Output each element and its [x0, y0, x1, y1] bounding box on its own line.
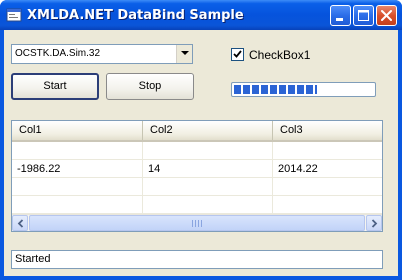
table-cell[interactable]: -1986.22	[12, 160, 143, 178]
table-cell[interactable]	[12, 196, 143, 214]
status-field[interactable]: Started	[11, 250, 383, 269]
grid-header: Col1 Col2 Col3	[12, 121, 382, 142]
server-select-value: OCSTK.DA.Sim.32	[15, 48, 101, 59]
table-row-empty	[12, 178, 382, 196]
grid-body: -1986.22 14 2014.22	[12, 142, 382, 216]
table-cell[interactable]	[12, 178, 143, 196]
column-header-col1[interactable]: Col1	[12, 121, 143, 140]
progress-bar-fill	[234, 85, 317, 94]
table-cell[interactable]: 2014.22	[273, 160, 382, 178]
table-cell[interactable]	[143, 142, 273, 160]
chevron-right-icon	[371, 219, 378, 228]
grip-icon	[192, 220, 202, 227]
stop-button[interactable]: Stop	[106, 73, 194, 100]
table-row[interactable]: -1986.22 14 2014.22	[12, 160, 382, 178]
maximize-icon	[358, 10, 369, 21]
column-header-col2[interactable]: Col2	[143, 121, 273, 140]
close-button[interactable]	[376, 5, 397, 26]
scroll-right-button[interactable]	[366, 215, 382, 231]
table-cell[interactable]	[143, 196, 273, 214]
close-icon	[381, 10, 392, 21]
horizontal-scrollbar[interactable]	[12, 214, 382, 231]
progress-bar	[231, 82, 376, 97]
scroll-left-button[interactable]	[12, 215, 28, 231]
server-select[interactable]: OCSTK.DA.Sim.32	[11, 44, 193, 64]
table-row-empty	[12, 142, 382, 160]
scroll-thumb[interactable]	[29, 215, 365, 231]
table-cell[interactable]	[273, 196, 382, 214]
minimize-button[interactable]	[330, 5, 351, 26]
checkbox1-box[interactable]	[231, 48, 244, 61]
table-cell[interactable]	[273, 142, 382, 160]
app-icon	[6, 7, 22, 23]
client-area: OCSTK.DA.Sim.32 CheckBox1 Start Stop Col…	[4, 30, 398, 276]
window-title: XMLDA.NET DataBind Sample	[27, 8, 244, 23]
title-bar[interactable]: XMLDA.NET DataBind Sample	[0, 0, 402, 30]
server-select-dropdown-button[interactable]	[176, 45, 192, 63]
table-cell[interactable]	[273, 178, 382, 196]
start-button[interactable]: Start	[11, 73, 99, 100]
table-row-empty	[12, 196, 382, 214]
app-window: XMLDA.NET DataBind Sample OCSTK.DA.Sim.3…	[0, 0, 402, 280]
chevron-left-icon	[17, 219, 24, 228]
table-cell[interactable]	[143, 178, 273, 196]
minimize-icon	[336, 18, 343, 21]
checkbox1-label: CheckBox1	[249, 48, 311, 62]
status-text: Started	[15, 253, 51, 265]
check-icon	[233, 50, 242, 58]
maximize-button[interactable]	[353, 5, 374, 26]
column-header-col3[interactable]: Col3	[273, 121, 382, 140]
chevron-down-icon	[181, 51, 189, 55]
data-grid[interactable]: Col1 Col2 Col3 -1986.22 14 2014.22	[11, 120, 383, 232]
table-cell[interactable]	[12, 142, 143, 160]
table-cell[interactable]: 14	[143, 160, 273, 178]
